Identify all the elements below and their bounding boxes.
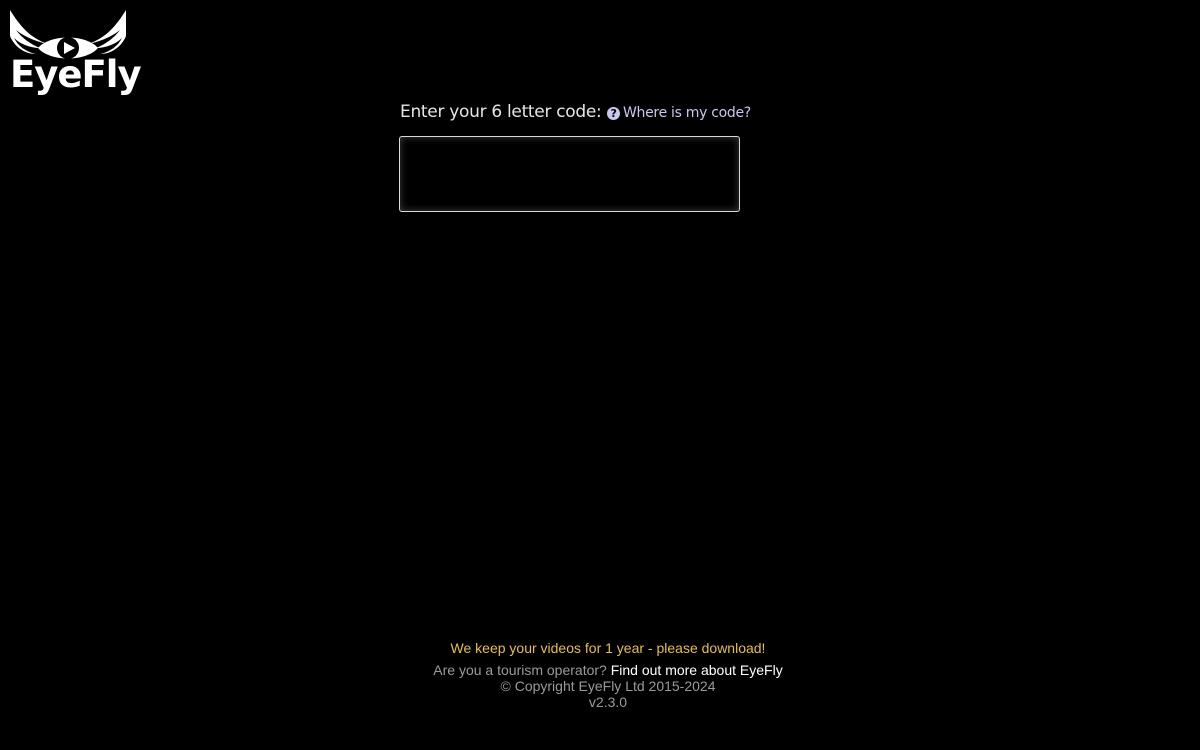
- eyefly-logo[interactable]: EyeFly: [8, 8, 142, 102]
- version: v2.3.0: [588, 694, 628, 710]
- question-circle-icon: ?: [607, 106, 620, 120]
- code-label: Enter your 6 letter code:: [400, 102, 602, 122]
- logo-wordmark: EyeFly: [10, 53, 142, 96]
- operator-line: Are you a tourism operator? Find out mor…: [0, 662, 1200, 678]
- operator-prompt: Are you a tourism operator?: [433, 662, 611, 678]
- retention-notice: We keep your videos for 1 year - please …: [450, 640, 766, 656]
- copyright: © Copyright EyeFly Ltd 2015-2024: [500, 678, 716, 694]
- find-out-more-link[interactable]: Find out more about EyeFly: [611, 662, 783, 678]
- code-input[interactable]: [399, 136, 740, 212]
- where-is-my-code-link[interactable]: ? Where is my code?: [607, 105, 751, 121]
- footer: We keep your videos for 1 year - please …: [0, 640, 1200, 710]
- page: EyeFly Enter your 6 letter code: ? Where…: [0, 0, 1200, 750]
- help-link-label: Where is my code?: [623, 105, 751, 121]
